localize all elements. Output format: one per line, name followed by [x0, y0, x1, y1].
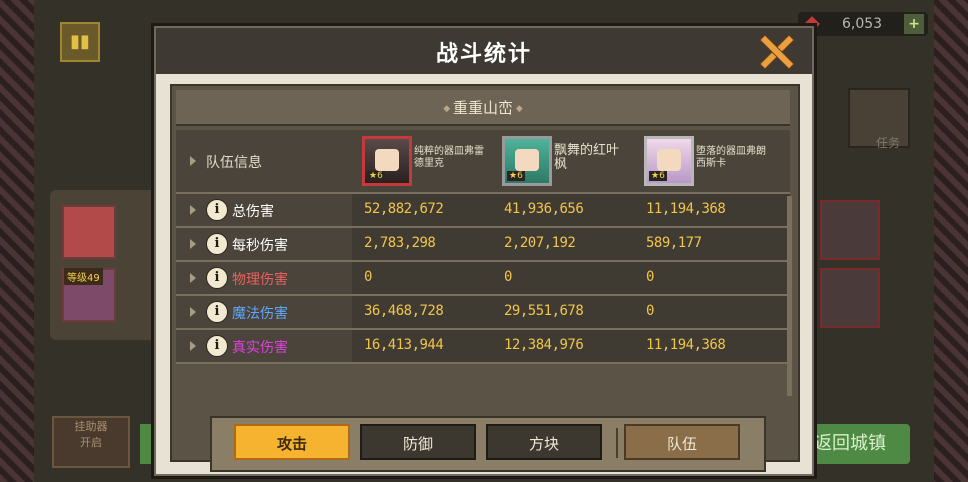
damage-value: 11,194,368 — [646, 201, 726, 217]
physical-damage-row[interactable]: i 物理伤害 0 0 0 — [176, 262, 790, 296]
portrait-face — [515, 149, 539, 171]
label-cell: i 总伤害 — [176, 194, 352, 226]
damage-value: 36,468,728 — [364, 303, 444, 319]
task-label: 任务 — [875, 136, 900, 150]
team-header-row[interactable]: 队伍信息 ★6 纯粹的器皿弗雷德里克 ★6 飘舞的红叶 枫 ★6 堕落的器皿弗朗… — [176, 130, 790, 194]
tab-divider — [616, 428, 618, 458]
member-portrait: ★6 — [502, 136, 552, 186]
add-currency-button[interactable]: + — [904, 14, 924, 34]
expand-arrow-icon — [190, 341, 196, 351]
member-name: 堕落的器皿弗朗西斯卡 — [696, 146, 766, 169]
currency-amount: 6,053 — [842, 16, 883, 32]
dps-row[interactable]: i 每秒伤害 2,783,298 2,207,192 589,177 — [176, 228, 790, 262]
label-cell: i 物理伤害 — [176, 262, 352, 294]
stage-name: 重重山峦 — [176, 97, 790, 118]
helper-button[interactable]: 挂助器 开启 — [52, 416, 130, 468]
label-cell: i 每秒伤害 — [176, 228, 352, 260]
close-icon[interactable] — [758, 34, 794, 70]
label-cell: i 魔法伤害 — [176, 296, 352, 328]
stats-panel: 重重山峦 队伍信息 ★6 纯粹的器皿弗雷德里克 ★6 飘舞的红叶 枫 — [170, 84, 800, 472]
tab-bar: 攻击 防御 方块 队伍 — [210, 416, 766, 472]
total-damage-row[interactable]: i 总伤害 52,882,672 41,936,656 11,194,368 — [176, 194, 790, 228]
stats-chart-icon[interactable]: ▮▮ — [60, 22, 100, 62]
right-border-pattern — [928, 0, 968, 482]
member-portrait: ★6 — [644, 136, 694, 186]
row-label: 魔法伤害 — [232, 306, 288, 322]
damage-value: 0 — [646, 269, 654, 285]
info-icon[interactable]: i — [206, 267, 228, 289]
battle-stats-dialog: 战斗统计 重重山峦 队伍信息 ★6 纯粹的器皿弗雷德里克 ★6 — [154, 26, 814, 476]
tab-defense[interactable]: 防御 — [360, 424, 476, 460]
damage-value: 16,413,944 — [364, 337, 444, 353]
hero-avatar[interactable] — [62, 205, 116, 259]
level-badge: 等级49 — [64, 268, 103, 285]
damage-value: 29,551,678 — [504, 303, 584, 319]
helper-action: 开启 — [80, 436, 102, 449]
unknown-slot[interactable] — [820, 200, 880, 260]
expand-arrow-icon — [190, 273, 196, 283]
stats-table: 队伍信息 ★6 纯粹的器皿弗雷德里克 ★6 飘舞的红叶 枫 ★6 堕落的器皿弗朗… — [176, 130, 790, 364]
pet-slot[interactable] — [820, 268, 880, 328]
currency-display: 6,053 + — [798, 12, 928, 36]
stage-bar: 重重山峦 — [176, 90, 790, 126]
portrait-face — [657, 149, 681, 171]
tab-block[interactable]: 方块 — [486, 424, 602, 460]
tab-team[interactable]: 队伍 — [624, 424, 740, 460]
label-cell: 队伍信息 — [176, 130, 352, 192]
damage-value: 52,882,672 — [364, 201, 444, 217]
damage-value: 41,936,656 — [504, 201, 584, 217]
scrollbar[interactable] — [787, 196, 792, 396]
dialog-header: 战斗统计 — [156, 28, 812, 74]
label-cell: i 真实伤害 — [176, 330, 352, 362]
damage-value: 0 — [504, 269, 512, 285]
row-label: 每秒伤害 — [232, 238, 288, 254]
team-header-label: 队伍信息 — [206, 155, 262, 171]
true-damage-row[interactable]: i 真实伤害 16,413,944 12,384,976 11,194,368 — [176, 330, 790, 364]
dialog-title: 战斗统计 — [435, 42, 532, 67]
damage-value: 11,194,368 — [646, 337, 726, 353]
star-badge: ★6 — [649, 171, 667, 181]
damage-value: 2,783,298 — [364, 235, 436, 251]
expand-arrow-icon — [190, 205, 196, 215]
member-name: 飘舞的红叶 枫 — [554, 143, 620, 172]
damage-value: 589,177 — [646, 235, 702, 251]
magic-damage-row[interactable]: i 魔法伤害 36,468,728 29,551,678 0 — [176, 296, 790, 330]
damage-value: 0 — [646, 303, 654, 319]
expand-arrow-icon — [190, 307, 196, 317]
damage-value: 12,384,976 — [504, 337, 584, 353]
star-badge: ★6 — [367, 171, 385, 181]
star-badge: ★6 — [507, 171, 525, 181]
damage-value: 0 — [364, 269, 372, 285]
row-label: 物理伤害 — [232, 272, 288, 288]
row-label: 真实伤害 — [232, 340, 288, 356]
helper-title: 挂助器 — [74, 420, 108, 433]
info-icon[interactable]: i — [206, 301, 228, 323]
tab-attack[interactable]: 攻击 — [234, 424, 350, 460]
info-icon[interactable]: i — [206, 335, 228, 357]
row-label: 总伤害 — [232, 204, 274, 220]
info-icon[interactable]: i — [206, 199, 228, 221]
expand-arrow-icon — [190, 239, 196, 249]
expand-arrow-icon — [190, 156, 196, 166]
member-name: 纯粹的器皿弗雷德里克 — [414, 146, 484, 169]
info-icon[interactable]: i — [206, 233, 228, 255]
member-portrait: ★6 — [362, 136, 412, 186]
damage-value: 2,207,192 — [504, 235, 576, 251]
portrait-face — [375, 149, 399, 171]
